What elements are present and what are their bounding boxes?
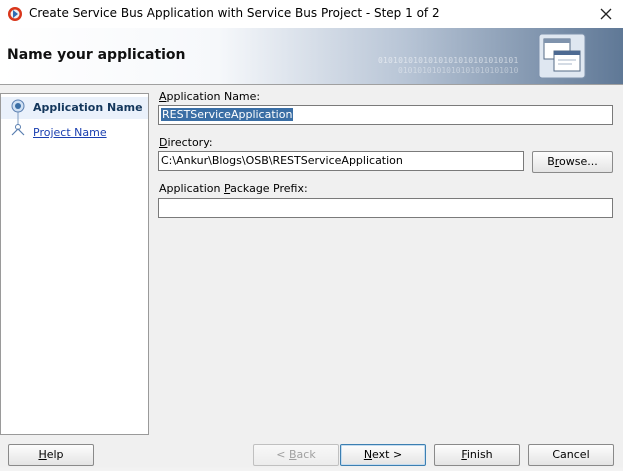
next-button[interactable]: Next > [340, 444, 426, 466]
directory-label: Directory: [159, 136, 213, 149]
browse-button[interactable]: Browse... [532, 151, 613, 173]
application-name-label: Application Name: [159, 90, 261, 103]
close-icon [600, 8, 612, 20]
current-step-icon [11, 99, 25, 119]
bottom-edge [0, 466, 623, 471]
wizard-steps-panel: Application Name Project Name [0, 93, 149, 435]
next-step-icon [11, 119, 25, 136]
window-titlebar: Create Service Bus Application with Serv… [0, 0, 623, 28]
application-name-value: RESTServiceApplication [161, 108, 294, 121]
header-divider [0, 84, 623, 85]
banner-binary-decoration: 0101010101010101010101010101 [378, 56, 519, 65]
page-title: Name your application [7, 47, 186, 63]
window-title: Create Service Bus Application with Serv… [29, 6, 440, 20]
directory-value: C:\Ankur\Blogs\OSB\RESTServiceApplicatio… [161, 154, 403, 167]
wizard-header-banner: Name your application 010101010101010101… [0, 28, 623, 84]
directory-input[interactable]: C:\Ankur\Blogs\OSB\RESTServiceApplicatio… [158, 151, 524, 171]
step-project-name[interactable]: Project Name [1, 119, 148, 143]
close-button[interactable] [592, 2, 620, 26]
banner-binary-decoration-2: 0101010101010101010101010 [398, 66, 519, 75]
cancel-button[interactable]: Cancel [528, 444, 614, 466]
back-button[interactable]: < Back [253, 444, 339, 466]
help-button[interactable]: Help [8, 444, 94, 466]
finish-button[interactable]: Finish [434, 444, 520, 466]
step-label-project-name[interactable]: Project Name [33, 126, 107, 139]
step-application-name[interactable]: Application Name [1, 97, 148, 119]
application-name-input[interactable]: RESTServiceApplication [158, 105, 613, 125]
package-prefix-label: Application Package Prefix: [159, 182, 308, 195]
wizard-windows-icon [538, 33, 586, 79]
step-label-application-name: Application Name [33, 101, 143, 114]
package-prefix-input[interactable] [158, 198, 613, 218]
oracle-jdeveloper-icon [8, 7, 22, 21]
